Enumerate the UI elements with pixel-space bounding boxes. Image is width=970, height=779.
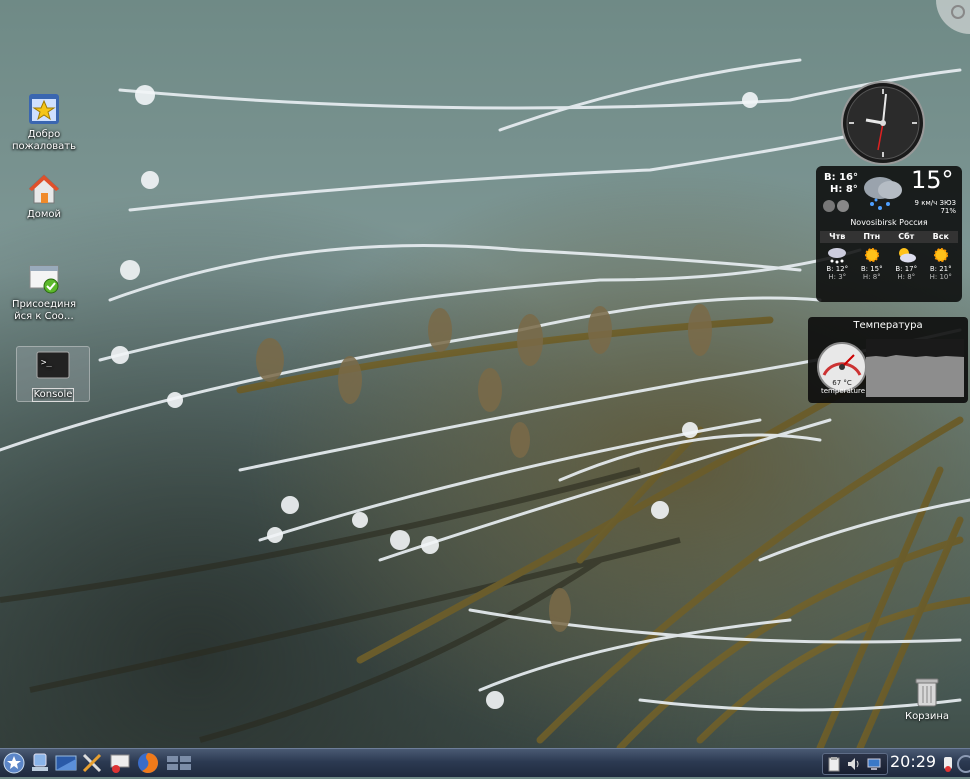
device-notifier-icon[interactable]: [942, 755, 954, 773]
forecast-day-header: Чтв Птн Сбт Вск: [820, 231, 958, 243]
desktop-icon-welcome[interactable]: Добро пожаловать: [8, 92, 80, 153]
forecast-day: В: 12° Н: 3°: [820, 246, 855, 281]
rain-cloud-icon: [864, 177, 902, 210]
sun-icon: [864, 248, 879, 262]
desktop-icon-label: Добро пожаловать: [11, 129, 77, 152]
svg-text:>_: >_: [41, 358, 52, 368]
temperature-value: 67 °C: [832, 379, 852, 387]
home-folder-icon: [27, 172, 61, 206]
desktop-toolbox-button[interactable]: [936, 0, 970, 34]
forecast-day-name: Птн: [863, 232, 881, 241]
desktop-icon-home[interactable]: Домой: [8, 172, 80, 221]
forecast-high: В: 17°: [895, 265, 918, 273]
humidity: 71%: [940, 207, 956, 215]
today-high: В: 16°: [824, 172, 859, 183]
weather-location: Novosibirsk Россия: [850, 218, 928, 227]
forecast-day-name: Сбт: [898, 232, 915, 241]
forecast-row: В: 12° Н: 3° В: 15° Н: 8° В: 17° Н: 8° В…: [820, 246, 958, 281]
sun-cloud-icon: [899, 248, 917, 263]
desktop-icon-label: Присоединя йся к Соо…: [11, 299, 77, 322]
wind-sensor-icon: [823, 200, 849, 212]
current-temperature: 15°: [911, 166, 954, 194]
trash-label: Корзина: [904, 711, 950, 722]
desktop-icon-label: Konsole: [31, 388, 75, 402]
desktop-icon-trash[interactable]: Корзина: [902, 676, 952, 722]
analog-clock-widget[interactable]: [840, 80, 926, 166]
temperature-history-graph: [866, 339, 964, 397]
taskbar-panel: 20:29: [0, 748, 970, 777]
forecast-day: В: 21° Н: 10°: [924, 246, 959, 281]
weather-widget[interactable]: В: 16° Н: 8° 15° 9 км/ч ЗЮЗ 71% Novosibi…: [816, 166, 962, 302]
temperature-widget[interactable]: Температура 67 °C temperature: [808, 317, 968, 403]
system-icon[interactable]: [108, 751, 132, 775]
forecast-day-name: Чтв: [829, 232, 846, 241]
pager-icon[interactable]: [166, 751, 192, 775]
today-low: Н: 8°: [830, 184, 858, 195]
desktop-icon-join-community[interactable]: Присоединя йся к Соо…: [8, 262, 80, 323]
forecast-day: В: 15° Н: 8°: [855, 246, 890, 281]
forecast-high: В: 12°: [826, 265, 849, 273]
panel-clock[interactable]: 20:29: [890, 752, 936, 771]
community-join-icon: [27, 262, 61, 296]
tools-icon[interactable]: [80, 751, 104, 775]
forecast-day-name: Вск: [932, 232, 949, 241]
desktop-show-icon[interactable]: [54, 751, 78, 775]
temperature-sensor-label: temperature: [821, 387, 865, 395]
forecast-low: Н: 8°: [862, 273, 881, 281]
network-status-icon[interactable]: [866, 756, 882, 772]
panel-toolbox-icon[interactable]: [956, 754, 970, 774]
clipboard-icon[interactable]: [826, 756, 842, 772]
forecast-low: Н: 8°: [897, 273, 916, 281]
temperature-widget-title: Температура: [853, 320, 923, 331]
terminal-icon: >_: [36, 351, 70, 385]
wind-speed: 9 км/ч ЗЮЗ: [914, 199, 956, 207]
system-tray: [822, 753, 888, 775]
kickoff-menu-icon[interactable]: [2, 751, 26, 775]
network-icon[interactable]: [28, 751, 52, 775]
desktop-icon-label: Домой: [26, 209, 62, 220]
forecast-day: В: 17° Н: 8°: [889, 246, 924, 281]
volume-icon[interactable]: [846, 756, 862, 772]
snow-cloud-icon: [828, 248, 847, 264]
forecast-low: Н: 10°: [929, 273, 952, 281]
trash-icon: [915, 678, 939, 707]
forecast-high: В: 21°: [929, 265, 952, 273]
firefox-icon[interactable]: [136, 751, 160, 775]
sun-icon: [933, 248, 948, 262]
desktop-icon-konsole[interactable]: >_ Konsole: [16, 346, 90, 402]
forecast-high: В: 15°: [860, 265, 883, 273]
forecast-low: Н: 3°: [828, 273, 847, 281]
welcome-star-icon: [27, 92, 61, 126]
